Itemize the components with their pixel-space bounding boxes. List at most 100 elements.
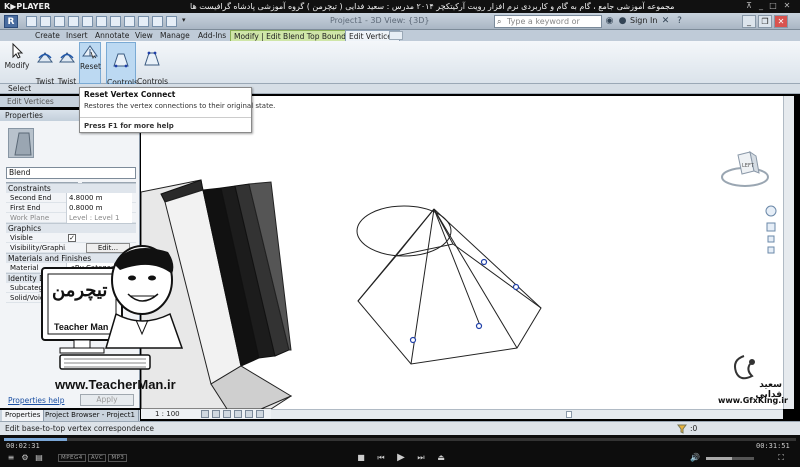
binoculars-icon[interactable]: ◉ bbox=[604, 16, 615, 27]
filter-icon[interactable] bbox=[677, 424, 687, 434]
pin-icon[interactable]: ⊼ bbox=[744, 1, 754, 11]
section-icon[interactable] bbox=[138, 16, 149, 27]
crop-view-icon[interactable] bbox=[245, 410, 253, 418]
print-icon[interactable] bbox=[82, 16, 93, 27]
vertex-control[interactable] bbox=[480, 258, 488, 266]
first-end-label: First End bbox=[10, 204, 41, 212]
tab-modify-edit-blend-top[interactable]: Modify | Edit Blend Top Boundary bbox=[230, 30, 362, 41]
thin-lines-icon[interactable] bbox=[152, 16, 163, 27]
zoom-icon[interactable] bbox=[766, 222, 776, 232]
first-end-field[interactable]: 0.8000 m bbox=[66, 203, 132, 213]
tab-annotate[interactable]: Annotate bbox=[92, 30, 132, 41]
nav-options-icon[interactable] bbox=[767, 246, 775, 254]
save-icon[interactable] bbox=[40, 16, 51, 27]
playlist-icon[interactable]: ▤ bbox=[34, 453, 44, 463]
vertex-control[interactable] bbox=[475, 322, 483, 330]
twist-left-icon bbox=[58, 52, 76, 63]
steering-wheel-icon[interactable] bbox=[765, 205, 777, 217]
status-bar: Edit base-to-top vertex correspondence :… bbox=[0, 421, 800, 435]
measure-icon[interactable] bbox=[96, 16, 107, 27]
settings-icon[interactable]: ⚙ bbox=[20, 453, 30, 463]
previous-icon[interactable]: ⏮ bbox=[376, 453, 386, 463]
twist-right-icon bbox=[36, 52, 54, 63]
type-selector[interactable]: Blend bbox=[6, 167, 136, 179]
select-panel-label[interactable]: Select bbox=[8, 84, 31, 94]
window-restore-button[interactable]: ❐ bbox=[758, 15, 772, 28]
drawing-area[interactable] bbox=[140, 96, 783, 410]
revit-app-button[interactable]: R bbox=[4, 15, 18, 28]
controls-on-top-button[interactable]: Controls on Top bbox=[137, 42, 168, 94]
graphics-group[interactable]: Graphics bbox=[6, 223, 136, 233]
menu-icon[interactable]: ≡ bbox=[6, 453, 16, 463]
tab-manage[interactable]: Manage bbox=[157, 30, 193, 41]
vertical-scrollbar[interactable] bbox=[783, 96, 794, 409]
volume-slider[interactable] bbox=[706, 457, 754, 460]
nav-dropdown-icon[interactable] bbox=[767, 235, 775, 243]
status-message: Edit base-to-top vertex correspondence bbox=[5, 424, 154, 433]
minimize-icon[interactable]: _ bbox=[756, 1, 766, 11]
twist-right-button[interactable]: Twist Right bbox=[33, 42, 57, 94]
player-title-bar: K▶PLAYER مجموعه آموزشی جامع ، گام به گام… bbox=[0, 0, 800, 13]
user-icon[interactable]: ● bbox=[617, 16, 628, 27]
second-end-field[interactable]: 4.8000 m bbox=[66, 193, 132, 203]
next-icon[interactable]: ⏭ bbox=[416, 453, 426, 463]
reset-button[interactable]: Reset bbox=[79, 42, 101, 84]
temp-hide-icon[interactable] bbox=[256, 410, 264, 418]
undo-icon[interactable] bbox=[54, 16, 65, 27]
search-icon: ⌕ bbox=[497, 17, 502, 26]
volume-slider-fill bbox=[706, 457, 733, 460]
controls-on-base-button[interactable]: Controls on Base bbox=[106, 42, 138, 103]
window-close-button[interactable]: ✕ bbox=[774, 15, 788, 28]
twist-left-button[interactable]: Twist Left bbox=[56, 42, 78, 94]
teacherman-persian-logo: تیچرمن bbox=[52, 280, 108, 301]
open-icon[interactable] bbox=[26, 16, 37, 27]
reset-label: Reset bbox=[80, 62, 101, 71]
text-icon[interactable] bbox=[110, 16, 121, 27]
tab-insert[interactable]: Insert bbox=[63, 30, 91, 41]
tab-create[interactable]: Create bbox=[32, 30, 63, 41]
fullscreen-icon[interactable]: ⛶ bbox=[776, 453, 786, 463]
quick-access-dropdown-icon[interactable]: ▾ bbox=[182, 16, 189, 27]
properties-help-link[interactable]: Properties help bbox=[8, 396, 65, 405]
exchange-icon[interactable]: ✕ bbox=[660, 16, 671, 27]
ribbon-minimize-icon[interactable] bbox=[389, 31, 403, 40]
3d-view-icon[interactable] bbox=[124, 16, 135, 27]
detail-level-icon[interactable] bbox=[201, 410, 209, 418]
work-plane-value: Level : Level 1 bbox=[66, 213, 132, 223]
help-search-input[interactable]: ⌕ Type a keyword or phrase bbox=[494, 15, 602, 37]
help-icon[interactable]: ? bbox=[674, 16, 685, 27]
view-cube-face-label: LEFT bbox=[742, 163, 755, 169]
seek-bar[interactable] bbox=[4, 438, 796, 441]
view-scale[interactable]: 1 : 100 bbox=[155, 409, 180, 419]
view-cube[interactable]: LEFT bbox=[720, 147, 770, 189]
teacherman-url: www.TeacherMan.ir bbox=[55, 377, 176, 392]
sign-in-button[interactable]: Sign In bbox=[630, 16, 657, 25]
work-plane-row: Work Plane Level : Level 1 bbox=[6, 213, 136, 223]
eject-icon[interactable]: ⏏ bbox=[436, 453, 446, 463]
tab-view[interactable]: View bbox=[132, 30, 156, 41]
redo-icon[interactable] bbox=[68, 16, 79, 27]
window-minimize-button[interactable]: _ bbox=[742, 15, 756, 28]
selection-count: :0 bbox=[690, 424, 698, 433]
close-icon[interactable]: ✕ bbox=[782, 1, 792, 11]
maximize-icon[interactable]: □ bbox=[768, 1, 778, 11]
player-logo: K▶PLAYER bbox=[4, 2, 51, 11]
sun-path-icon[interactable] bbox=[223, 410, 231, 418]
horizontal-scroll-thumb[interactable] bbox=[566, 411, 572, 418]
stop-icon[interactable]: ■ bbox=[356, 453, 366, 463]
gfxking-logo: سعید فدایی bbox=[722, 352, 782, 400]
play-icon[interactable]: ▶ bbox=[396, 453, 406, 463]
video-title: مجموعه آموزشی جامع ، گام به گام و کاربرد… bbox=[190, 2, 675, 11]
tab-add-ins[interactable]: Add-Ins bbox=[195, 30, 229, 41]
vertex-control[interactable] bbox=[512, 283, 520, 291]
tab-project-browser[interactable]: Project Browser - Project1 bbox=[42, 410, 139, 421]
constraints-group[interactable]: Constraints bbox=[6, 183, 136, 193]
modify-button[interactable]: Modify bbox=[4, 42, 30, 84]
vertex-control[interactable] bbox=[409, 336, 417, 344]
second-end-label: Second End bbox=[10, 194, 52, 202]
close-windows-icon[interactable] bbox=[166, 16, 177, 27]
tab-properties[interactable]: Properties bbox=[2, 410, 45, 421]
visual-style-icon[interactable] bbox=[212, 410, 220, 418]
volume-icon[interactable]: 🔊 bbox=[690, 453, 700, 463]
shadows-icon[interactable] bbox=[234, 410, 242, 418]
